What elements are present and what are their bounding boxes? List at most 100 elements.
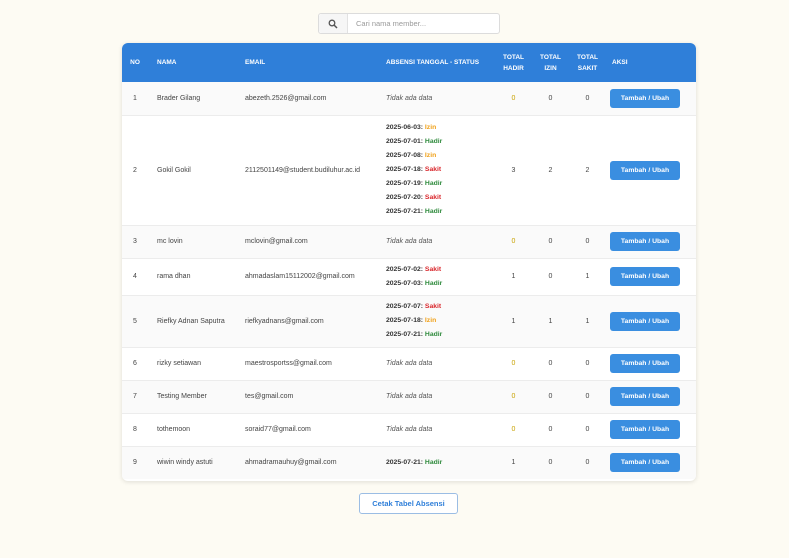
tambah-ubah-button[interactable]: Tambah / Ubah <box>610 311 680 331</box>
cell-aksi: Tambah / Ubah <box>606 82 696 115</box>
cell-absensi: Tidak ada data <box>377 380 495 413</box>
cell-email: ahmadramauhuy@gmail.com <box>245 459 337 467</box>
tambah-ubah-button[interactable]: Tambah / Ubah <box>610 267 680 286</box>
attendance-date: 2025-07-02: <box>386 265 424 273</box>
header-total-izin-line2: IZIN <box>544 64 557 72</box>
attendance-entry: 2025-07-08: Izin <box>386 149 495 163</box>
cell-nama: mc lovin <box>157 238 183 245</box>
cell-total-sakit: 0 <box>585 459 590 467</box>
header-nama: NAMA <box>157 59 177 66</box>
cell-no: 4 <box>133 273 137 280</box>
header-total-hadir-line2: HADIR <box>503 64 524 72</box>
cell-email: 2112501149@student.budiluhur.ac.id <box>245 166 361 174</box>
cell-aksi: Tambah / Ubah <box>606 225 696 258</box>
attendance-entry: 2025-07-21: Hadir <box>386 205 495 219</box>
cell-total-hadir: 0 <box>511 238 516 245</box>
attendance-entry: 2025-07-07: Sakit <box>386 300 495 314</box>
cell-absensi: Tidak ada data <box>377 225 495 258</box>
attendance-status: Izin <box>424 152 437 159</box>
tambah-ubah-button[interactable]: Tambah / Ubah <box>610 354 680 373</box>
attendance-entry: 2025-07-01: Hadir <box>386 135 495 149</box>
table-row: 1 Brader Gilang abezeth.2526@gmail.com Tida… <box>122 82 696 115</box>
attendance-date: 2025-07-18: <box>386 166 424 173</box>
attendance-date: 2025-07-21: <box>386 208 424 215</box>
search-bar[interactable] <box>318 13 500 34</box>
attendance-status: Sakit <box>424 166 442 173</box>
cell-total-hadir: 0 <box>511 426 516 433</box>
cell-total-hadir: 1 <box>511 273 516 280</box>
header-email: EMAIL <box>245 59 266 66</box>
cell-email: tes@gmail.com <box>245 393 294 400</box>
cell-aksi: Tambah / Ubah <box>606 446 696 479</box>
tambah-ubah-button[interactable]: Tambah / Ubah <box>610 88 680 108</box>
attendance-date: 2025-07-19: <box>386 180 424 187</box>
attendance-date: 2025-07-01: <box>386 138 424 145</box>
cell-nama: Testing Member <box>157 393 207 400</box>
cell-nama: wiwin windy astuti <box>157 459 213 467</box>
cell-email: ahmadaslam15112002@gmail.com <box>245 273 355 280</box>
cell-nama: rizky setiawan <box>157 360 201 367</box>
tambah-ubah-button[interactable]: Tambah / Ubah <box>610 420 680 439</box>
attendance-entry: 2025-07-03: Hadir <box>386 277 495 291</box>
attendance-status: Hadir <box>424 331 443 338</box>
attendance-date: 2025-07-07: <box>386 303 424 310</box>
cell-total-izin: 0 <box>548 238 553 245</box>
cell-nama: tothemoon <box>157 426 191 433</box>
attendance-date: 2025-06-03: <box>386 124 424 131</box>
cell-nama: Brader Gilang <box>157 94 201 102</box>
attendance-date: 2025-07-18: <box>386 317 424 324</box>
cell-total-sakit: 0 <box>585 426 590 433</box>
attendance-status: Sakit <box>424 194 442 201</box>
table-row: 6 rizky setiawan maestrosportss@gmail.com T… <box>122 347 696 380</box>
table-row: 8 tothemoon soraid77@gmail.com Tidak ada da… <box>122 413 696 446</box>
cell-total-izin: 0 <box>548 360 553 367</box>
table-row: 9 wiwin windy astuti ahmadramauhuy@gmail.c… <box>122 446 696 479</box>
cell-total-hadir: 1 <box>511 317 516 325</box>
cell-no: 3 <box>133 238 137 245</box>
cell-total-izin: 1 <box>548 317 553 325</box>
cell-no: 9 <box>133 459 137 467</box>
cell-no: 7 <box>133 393 137 400</box>
cell-absensi: 2025-07-02: Sakit 2025-07-03: Hadir <box>377 258 495 295</box>
cell-email: abezeth.2526@gmail.com <box>245 94 327 102</box>
tambah-ubah-button[interactable]: Tambah / Ubah <box>610 387 680 406</box>
cell-aksi: Tambah / Ubah <box>606 295 696 347</box>
cell-total-sakit: 1 <box>585 273 590 280</box>
attendance-entry: 2025-07-21: Hadir <box>386 328 495 342</box>
cell-absensi: Tidak ada data <box>377 347 495 380</box>
print-table-button[interactable]: Cetak Tabel Absensi <box>359 493 458 514</box>
cell-total-hadir: 0 <box>511 360 516 367</box>
table-row: 4 rama dhan ahmadaslam15112002@gmail.com 20… <box>122 258 696 295</box>
cell-absensi: 2025-06-03: Izin 2025-07-01: Hadir 2025-07… <box>377 115 495 225</box>
header-no: NO <box>130 59 140 66</box>
attendance-table: NO NAMA EMAIL ABSENSI TANGGAL - STATUS T… <box>122 43 696 479</box>
attendance-status: Hadir <box>424 180 443 187</box>
header-absensi: ABSENSI TANGGAL - STATUS <box>386 59 480 66</box>
cell-total-sakit: 1 <box>585 317 590 325</box>
attendance-status: Izin <box>424 317 437 324</box>
attendance-status: Sakit <box>424 265 442 273</box>
cell-total-sakit: 0 <box>585 94 590 102</box>
search-icon[interactable] <box>319 14 348 33</box>
search-input[interactable] <box>348 14 499 33</box>
attendance-table-card: NO NAMA EMAIL ABSENSI TANGGAL - STATUS T… <box>122 43 696 481</box>
cell-total-hadir: 1 <box>511 459 516 467</box>
cell-total-izin: 0 <box>548 393 553 400</box>
cell-nama: Gokil Gokil <box>157 166 191 174</box>
cell-no: 2 <box>133 166 137 174</box>
cell-total-sakit: 0 <box>585 360 590 367</box>
cell-no: 6 <box>133 360 137 367</box>
cell-aksi: Tambah / Ubah <box>606 258 696 295</box>
cell-nama: Riefky Adnan Saputra <box>157 317 225 325</box>
tambah-ubah-button[interactable]: Tambah / Ubah <box>610 453 680 473</box>
header-aksi: AKSI <box>612 59 628 66</box>
cell-absensi: Tidak ada data <box>377 413 495 446</box>
cell-no: 5 <box>133 317 137 325</box>
tambah-ubah-button[interactable]: Tambah / Ubah <box>610 232 680 251</box>
attendance-status: Izin <box>424 124 437 131</box>
cell-no: 1 <box>133 94 137 102</box>
attendance-entry: 2025-07-02: Sakit <box>386 263 495 277</box>
attendance-entry: 2025-07-19: Hadir <box>386 177 495 191</box>
attendance-date: 2025-07-21: <box>386 331 424 338</box>
tambah-ubah-button[interactable]: Tambah / Ubah <box>610 160 680 180</box>
